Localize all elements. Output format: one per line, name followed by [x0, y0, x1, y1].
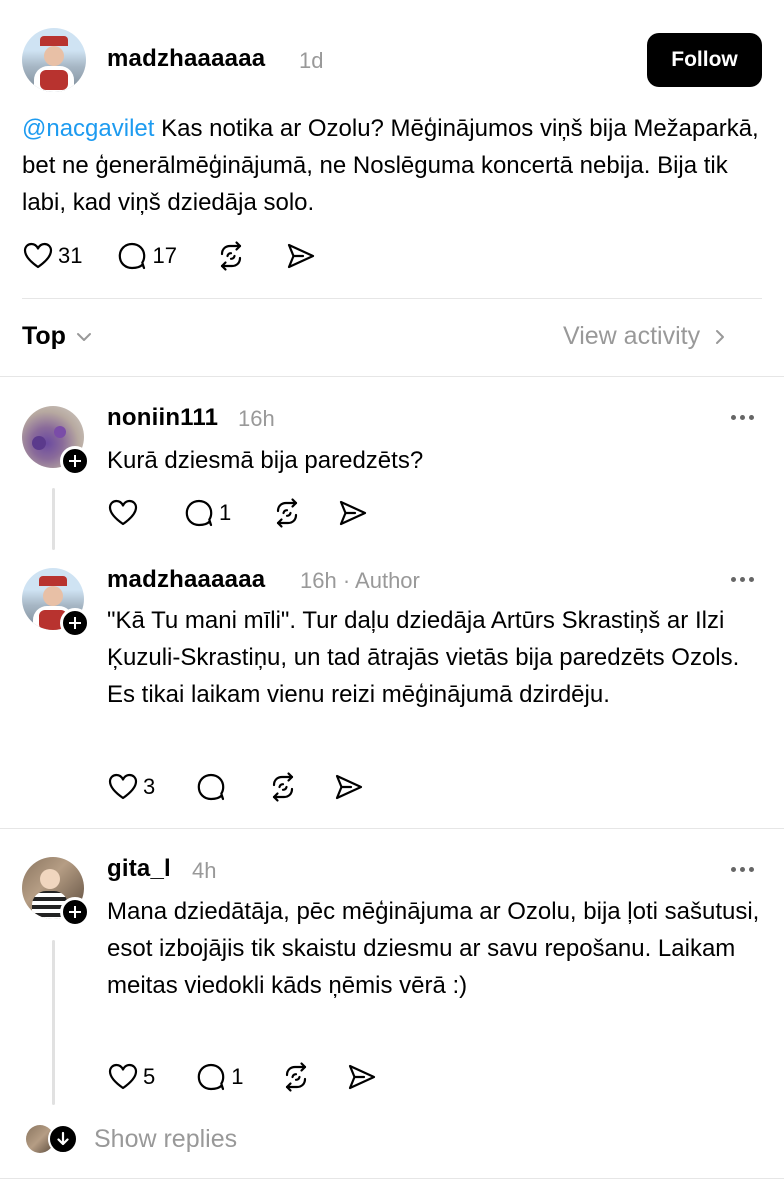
- like-count: 5: [143, 1064, 156, 1089]
- chevron-down-icon: [76, 332, 91, 341]
- share-button[interactable]: [285, 240, 317, 272]
- reply-count: 1: [219, 500, 232, 525]
- reply-button[interactable]: [195, 771, 227, 803]
- reply-username[interactable]: gita_l: [107, 855, 171, 883]
- like-count: 3: [143, 774, 156, 799]
- reply-actions: 5 1: [107, 1061, 412, 1093]
- like-button[interactable]: [107, 497, 139, 529]
- repost-button[interactable]: [271, 497, 303, 529]
- send-icon: [337, 497, 369, 529]
- heart-icon: [107, 771, 139, 803]
- share-button[interactable]: [337, 497, 369, 529]
- send-icon: [285, 240, 317, 272]
- thread-line: [52, 940, 55, 1105]
- repost-button[interactable]: [215, 240, 247, 272]
- repost-icon: [215, 240, 247, 272]
- sort-label: Top: [22, 322, 66, 350]
- like-button[interactable]: 31: [22, 240, 82, 272]
- comment-icon: [195, 1061, 227, 1093]
- view-activity-link[interactable]: View activity: [563, 322, 730, 351]
- reply-time: 4h: [192, 858, 217, 883]
- send-icon: [346, 1061, 378, 1093]
- heart-icon: [107, 497, 139, 529]
- like-button[interactable]: 5: [107, 1061, 155, 1093]
- post-text: @nacgavilet Kas notika ar Ozolu? Mēģināj…: [22, 110, 762, 221]
- follow-plus-icon[interactable]: [60, 897, 90, 927]
- chevron-right-icon: [716, 329, 725, 344]
- post-time: 1d: [299, 48, 324, 73]
- reply-time: 16h · Author: [300, 568, 420, 593]
- repost-icon: [280, 1061, 312, 1093]
- repost-button[interactable]: [280, 1061, 312, 1093]
- heart-icon: [22, 240, 54, 272]
- post-username[interactable]: madzhaaaaaa: [107, 45, 265, 73]
- reply-count: 17: [152, 243, 177, 268]
- more-options-icon[interactable]: [731, 867, 754, 872]
- divider: [0, 828, 784, 829]
- post-actions: 31 17: [22, 240, 351, 272]
- reply-button[interactable]: 1: [195, 1061, 244, 1093]
- reply-username[interactable]: noniin111: [107, 404, 218, 432]
- arrow-down-icon: [48, 1124, 78, 1154]
- show-replies-row[interactable]: Show replies: [26, 1124, 237, 1154]
- divider: [22, 298, 762, 299]
- reply-button[interactable]: 1: [183, 497, 231, 529]
- repost-icon: [271, 497, 303, 529]
- reply-text: Kurā dziesmā bija paredzēts?: [107, 447, 424, 474]
- heart-icon: [107, 1061, 139, 1093]
- more-options-icon[interactable]: [731, 577, 754, 582]
- reply-time: 16h: [238, 406, 275, 431]
- reply-username[interactable]: madzhaaaaaa: [107, 566, 265, 594]
- post-avatar[interactable]: [22, 28, 86, 92]
- thread-line: [52, 488, 55, 550]
- reply-text: "Kā Tu mani mīli". Tur daļu dziedāja Art…: [107, 607, 740, 708]
- like-count: 31: [58, 243, 83, 268]
- repost-button[interactable]: [267, 771, 299, 803]
- reply-count: 1: [231, 1064, 244, 1089]
- reply-text: Mana dziedātāja, pēc mēģinājuma ar Ozolu…: [107, 898, 760, 999]
- divider: [0, 1178, 784, 1179]
- divider: [0, 376, 784, 377]
- reply-actions: 1: [107, 497, 403, 529]
- comment-icon: [116, 240, 148, 272]
- follow-plus-icon[interactable]: [60, 446, 90, 476]
- share-button[interactable]: [333, 771, 365, 803]
- send-icon: [333, 771, 365, 803]
- follow-plus-icon[interactable]: [60, 608, 90, 638]
- more-options-icon[interactable]: [731, 415, 754, 420]
- reply-actions: 3: [107, 771, 399, 803]
- like-button[interactable]: 3: [107, 771, 155, 803]
- comment-icon: [183, 497, 215, 529]
- comment-icon: [195, 771, 227, 803]
- share-button[interactable]: [346, 1061, 378, 1093]
- sort-dropdown[interactable]: Top: [22, 322, 94, 351]
- reply-button[interactable]: 17: [116, 240, 177, 272]
- show-replies-label: Show replies: [94, 1124, 238, 1153]
- follow-button[interactable]: Follow: [647, 33, 762, 87]
- post-mention[interactable]: @nacgavilet: [22, 115, 154, 142]
- view-activity-label: View activity: [563, 322, 701, 350]
- repost-icon: [267, 771, 299, 803]
